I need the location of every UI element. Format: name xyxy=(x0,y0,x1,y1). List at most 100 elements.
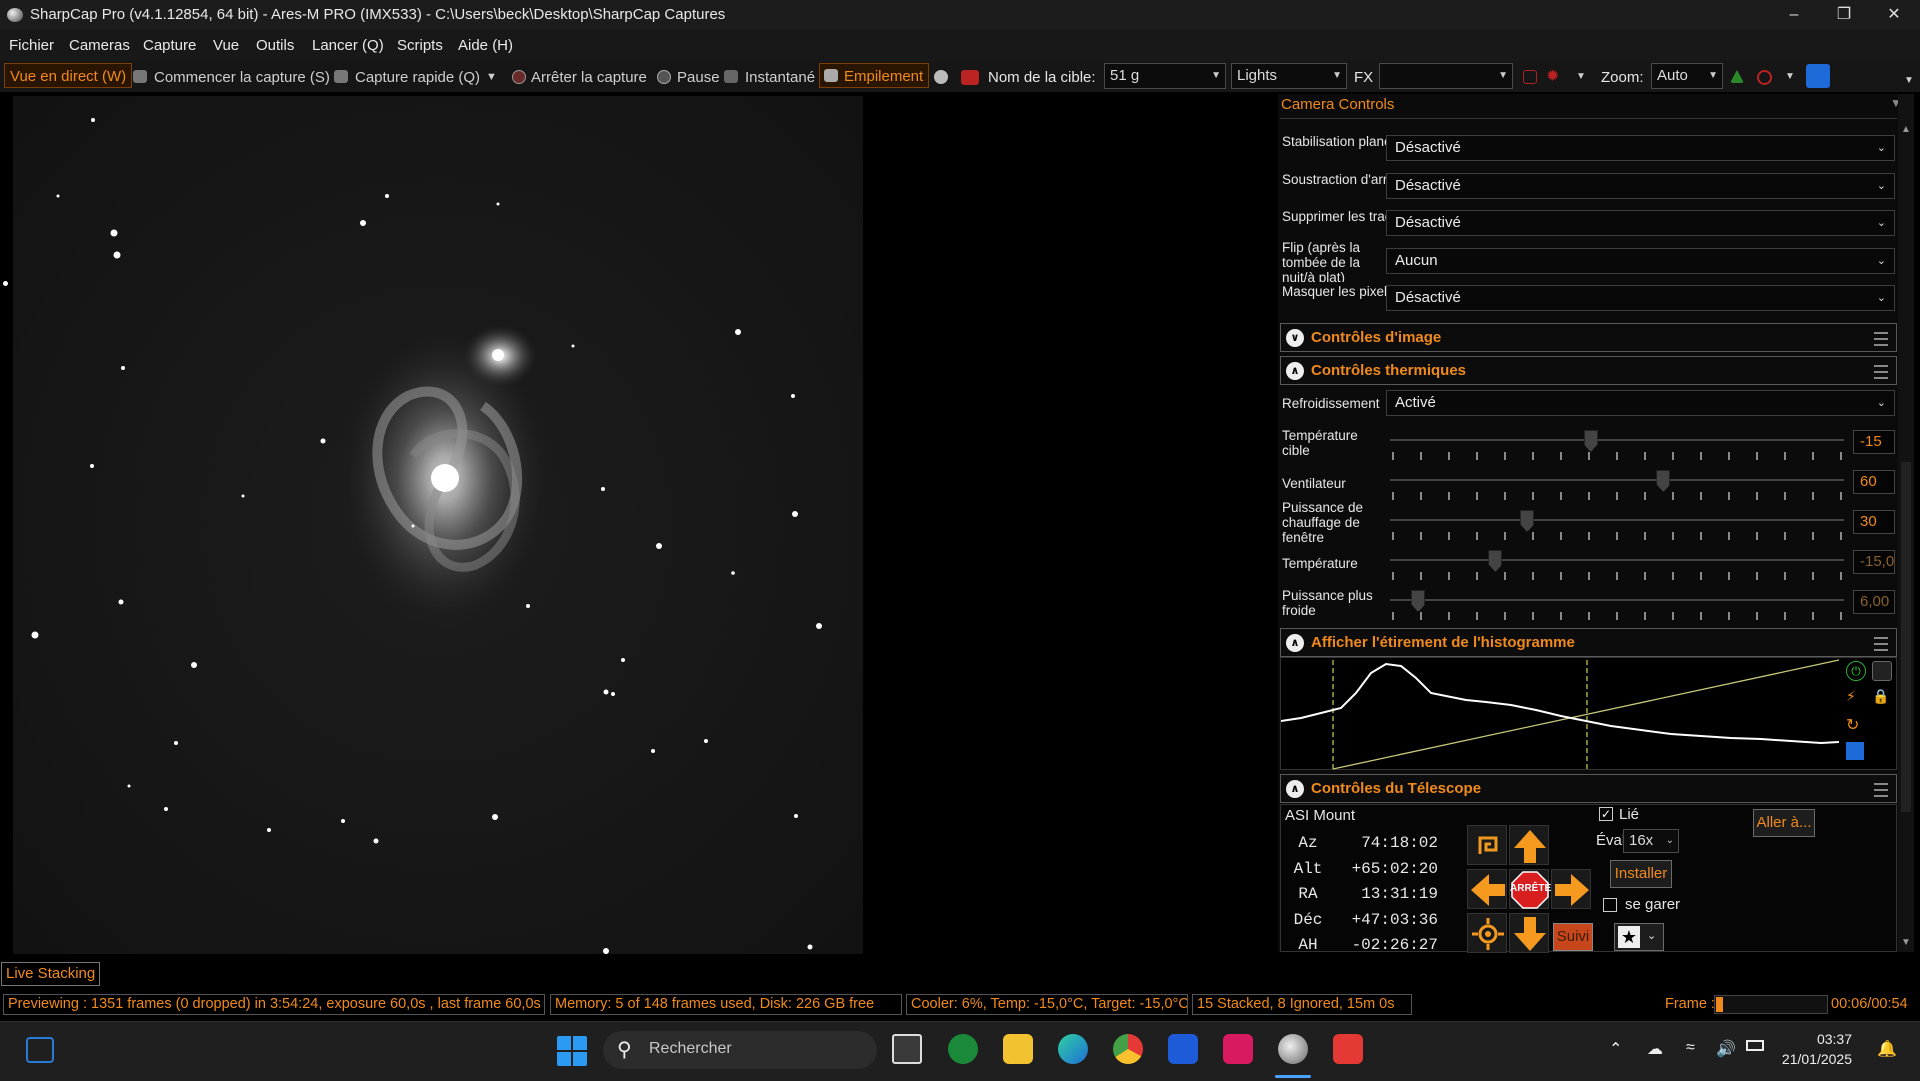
panel-scrollbar[interactable]: ▲ ▼ xyxy=(1898,94,1914,952)
clock-time[interactable]: 03:37 xyxy=(1792,1031,1852,1047)
snapshot-button[interactable]: Instantané xyxy=(745,69,815,86)
menu-file[interactable]: Fichier xyxy=(9,37,54,54)
chevron-up-icon[interactable]: ∧ xyxy=(1286,362,1304,380)
lightning-icon[interactable]: ⚡ xyxy=(1846,688,1856,705)
task-view-icon[interactable] xyxy=(892,1034,922,1064)
histogram-section[interactable]: ∧ Afficher l'étirement de l'histogramme xyxy=(1280,628,1897,657)
start-capture-button[interactable]: Commencer la capture (S) xyxy=(154,69,330,86)
flip-dropdown[interactable]: Aucun ⌄ xyxy=(1386,248,1895,274)
move-east-button[interactable] xyxy=(1551,869,1591,909)
clock-date[interactable]: 21/01/2025 xyxy=(1772,1051,1852,1067)
planet-stabilization-dropdown[interactable]: Désactivé ⌄ xyxy=(1386,135,1895,161)
scroll-down-icon[interactable]: ▼ xyxy=(1901,937,1911,948)
target-name-combo[interactable]: 51 g ▼ xyxy=(1104,63,1226,89)
goto-button[interactable]: Aller à... xyxy=(1753,809,1815,837)
taskbar-search[interactable]: ⚲ Rechercher xyxy=(603,1031,877,1069)
chevron-down-icon[interactable]: ▼ xyxy=(1576,71,1586,82)
stop-button[interactable]: ARRÊTE xyxy=(1509,869,1551,909)
restore-button[interactable]: ❐ xyxy=(1820,0,1868,30)
rate-combo[interactable]: 16x ⌄ xyxy=(1623,829,1679,853)
hamburger-icon[interactable] xyxy=(1874,332,1888,346)
minimize-button[interactable]: – xyxy=(1770,0,1818,30)
fan-value[interactable]: 60 xyxy=(1853,470,1895,494)
store-icon[interactable] xyxy=(1168,1034,1198,1064)
move-south-button[interactable] xyxy=(1509,913,1549,953)
tracking-button[interactable]: Suivi xyxy=(1553,923,1593,951)
live-view-button[interactable]: Vue en direct (W) xyxy=(4,63,133,88)
pause-button[interactable]: Pause xyxy=(677,69,720,86)
edge-icon[interactable] xyxy=(1058,1034,1088,1064)
hamburger-icon[interactable] xyxy=(1874,365,1888,379)
thermal-controls-section[interactable]: ∧ Contrôles thermiques xyxy=(1280,356,1897,385)
background-subtraction-dropdown[interactable]: Désactivé ⌄ xyxy=(1386,173,1895,199)
move-north-button[interactable] xyxy=(1509,825,1549,865)
contrast-icon[interactable] xyxy=(1872,661,1892,681)
menu-help[interactable]: Aide (H) xyxy=(458,37,513,54)
reset-icon[interactable]: ↻ xyxy=(1846,715,1859,735)
overflow-icon[interactable]: ▼ xyxy=(1904,75,1914,86)
histogram-area[interactable]: ⏻ ⚡ 🔒 ↻ xyxy=(1280,657,1897,770)
sphere-icon[interactable] xyxy=(934,70,948,84)
brush-icon[interactable] xyxy=(1806,64,1830,88)
menu-capture[interactable]: Capture xyxy=(143,37,196,54)
fx-combo[interactable]: ▼ xyxy=(1379,63,1513,89)
hot-pixels-dropdown[interactable]: Désactivé ⌄ xyxy=(1386,285,1895,311)
square-icon[interactable] xyxy=(1523,70,1537,84)
star-menu-button[interactable]: ★ ⌄ xyxy=(1614,923,1664,951)
chevron-up-icon[interactable]: ⌃ xyxy=(1609,1039,1622,1059)
network-icon[interactable]: ☁ xyxy=(1647,1039,1663,1059)
file-explorer-icon[interactable] xyxy=(1003,1034,1033,1064)
anydesk-icon[interactable] xyxy=(1333,1034,1363,1064)
stacking-button[interactable]: Empilement xyxy=(819,63,930,88)
cooling-dropdown[interactable]: Activé ⌄ xyxy=(1386,390,1895,416)
window-heater-value[interactable]: 30 xyxy=(1853,510,1895,534)
menu-scripts[interactable]: Scripts xyxy=(397,37,443,54)
wifi-icon[interactable]: ≈ xyxy=(1686,1039,1695,1057)
image-controls-section[interactable]: ∨ Contrôles d'image xyxy=(1280,323,1897,352)
power-icon[interactable]: ⏻ xyxy=(1846,661,1866,681)
notification-bell-icon[interactable]: 🔔 xyxy=(1877,1039,1897,1059)
hamburger-icon[interactable] xyxy=(1874,783,1888,797)
close-button[interactable]: ✕ xyxy=(1870,0,1918,30)
speaker-icon[interactable]: 🔊 xyxy=(1716,1039,1736,1059)
menu-cameras[interactable]: Cameras xyxy=(69,37,130,54)
park-checkbox[interactable] xyxy=(1603,898,1617,912)
install-button[interactable]: Installer xyxy=(1610,860,1672,888)
telescope-section[interactable]: ∧ Contrôles du Télescope xyxy=(1280,774,1897,803)
linked-checkbox[interactable]: ✓ xyxy=(1599,807,1613,821)
chevron-down-icon[interactable]: ∨ xyxy=(1286,329,1304,347)
app-green-icon[interactable] xyxy=(948,1034,978,1064)
start-icon[interactable] xyxy=(557,1036,587,1066)
red-image-icon[interactable] xyxy=(961,70,979,85)
chevron-down-icon[interactable]: ▼ xyxy=(486,71,497,83)
histogram-icon[interactable] xyxy=(1730,70,1744,83)
menu-tools[interactable]: Outils xyxy=(256,37,294,54)
crosshair-icon[interactable]: ✹ xyxy=(1546,66,1559,86)
home-button[interactable] xyxy=(1467,913,1507,953)
scroll-thumb[interactable] xyxy=(1901,462,1911,812)
widgets-icon[interactable] xyxy=(26,1037,54,1063)
chevron-up-icon[interactable]: ∧ xyxy=(1286,780,1304,798)
hamburger-icon[interactable] xyxy=(1874,637,1888,651)
sharpcap-taskbar-icon[interactable] xyxy=(1278,1034,1308,1064)
save-icon[interactable] xyxy=(1846,742,1864,760)
satellite-trails-dropdown[interactable]: Désactivé ⌄ xyxy=(1386,210,1895,236)
stop-capture-button[interactable]: Arrêter la capture xyxy=(531,69,647,86)
menu-launch[interactable]: Lancer (Q) xyxy=(312,37,384,54)
target-temp-value[interactable]: -15 xyxy=(1853,430,1895,454)
chrome-icon[interactable] xyxy=(1113,1034,1143,1064)
live-stacking-tab[interactable]: Live Stacking xyxy=(1,962,101,986)
frame-type-combo[interactable]: Lights ▼ xyxy=(1231,63,1347,89)
menu-view[interactable]: Vue xyxy=(213,37,239,54)
live-image[interactable] xyxy=(13,96,863,954)
quick-capture-button[interactable]: Capture rapide (Q) xyxy=(355,69,480,86)
chevron-up-icon[interactable]: ∧ xyxy=(1286,634,1304,652)
spiral-search-button[interactable] xyxy=(1467,825,1507,865)
scroll-up-icon[interactable]: ▲ xyxy=(1901,124,1911,135)
chevron-down-icon[interactable]: ▼ xyxy=(1785,71,1795,82)
red-app-icon[interactable] xyxy=(1223,1034,1253,1064)
zoom-combo[interactable]: Auto ▼ xyxy=(1651,63,1723,89)
battery-icon[interactable] xyxy=(1746,1040,1764,1051)
move-west-button[interactable] xyxy=(1467,869,1507,909)
target-icon[interactable] xyxy=(1757,70,1772,85)
